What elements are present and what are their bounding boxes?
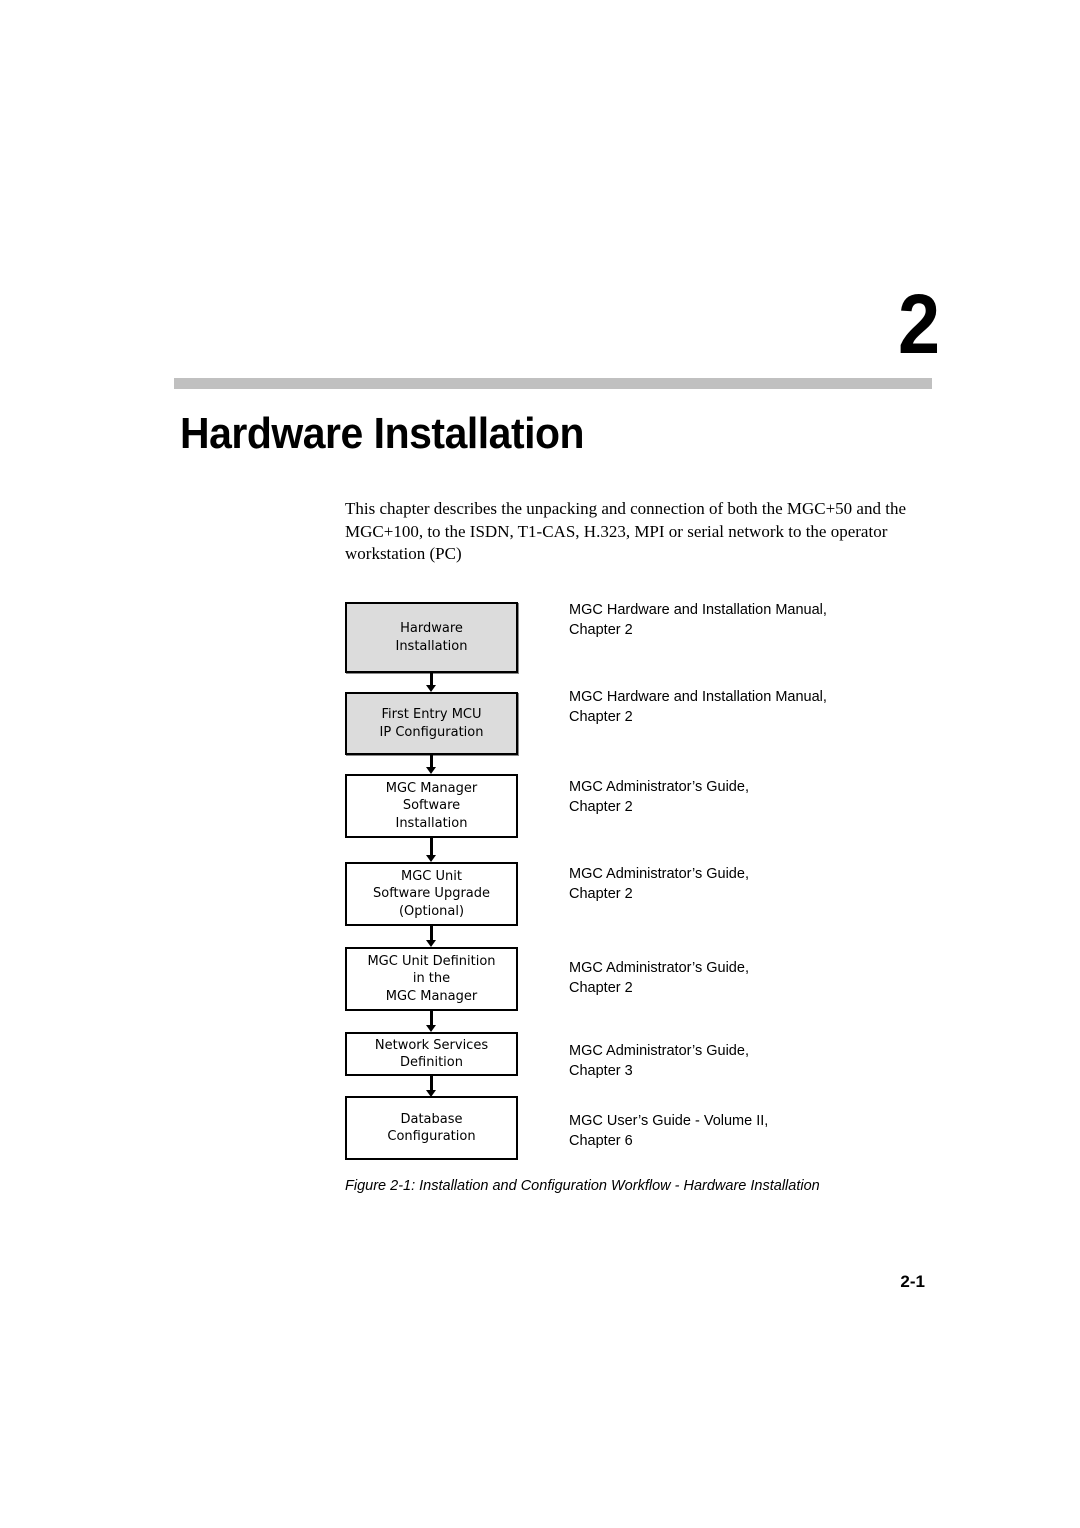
arrow-icon bbox=[426, 926, 436, 947]
step-reference: MGC Administrator’s Guide, Chapter 2 bbox=[569, 779, 749, 815]
step-label: MGC Unit Definition in the MGC Manager bbox=[367, 953, 496, 1004]
step-label: Database Configuration bbox=[387, 1111, 476, 1145]
chapter-divider bbox=[174, 378, 932, 389]
arrow-icon bbox=[426, 838, 436, 862]
step-label: MGC Unit Software Upgrade (Optional) bbox=[372, 868, 491, 919]
arrow-icon bbox=[426, 1076, 436, 1097]
page-number: 2-1 bbox=[900, 1272, 925, 1291]
arrow-icon bbox=[426, 673, 436, 692]
arrow-icon bbox=[426, 755, 436, 774]
workflow-step-hardware-installation: Hardware Installation bbox=[345, 602, 518, 673]
chapter-title: Hardware Installation bbox=[180, 409, 585, 458]
step-label: Hardware Installation bbox=[395, 621, 468, 654]
step-reference: MGC User’s Guide - Volume II, Chapter 6 bbox=[569, 1113, 769, 1149]
workflow-step-database-configuration: Database Configuration bbox=[345, 1096, 518, 1160]
step-label: MGC Manager Software Installation bbox=[385, 780, 478, 831]
step-reference: MGC Administrator’s Guide, Chapter 3 bbox=[569, 1043, 749, 1079]
step-reference: MGC Administrator’s Guide, Chapter 2 bbox=[569, 960, 749, 996]
workflow-step-manager-installation: MGC Manager Software Installation bbox=[345, 774, 518, 838]
workflow-step-unit-definition: MGC Unit Definition in the MGC Manager bbox=[345, 947, 518, 1011]
workflow-step-first-entry: First Entry MCU IP Configuration bbox=[345, 692, 518, 755]
chapter-number: 2 bbox=[897, 277, 940, 371]
chapter-intro: This chapter describes the unpacking and… bbox=[345, 499, 906, 563]
workflow-step-network-services: Network Services Definition bbox=[345, 1032, 518, 1076]
step-label: First Entry MCU IP Configuration bbox=[379, 707, 484, 740]
arrow-icon bbox=[426, 1011, 436, 1032]
step-reference: MGC Administrator’s Guide, Chapter 2 bbox=[569, 866, 749, 902]
figure-caption: Figure 2-1: Installation and Configurati… bbox=[345, 1178, 820, 1194]
step-label: Network Services Definition bbox=[374, 1037, 489, 1071]
step-reference: MGC Hardware and Installation Manual, Ch… bbox=[569, 689, 827, 725]
workflow-step-software-upgrade: MGC Unit Software Upgrade (Optional) bbox=[345, 862, 518, 926]
step-reference: MGC Hardware and Installation Manual, Ch… bbox=[569, 602, 827, 638]
